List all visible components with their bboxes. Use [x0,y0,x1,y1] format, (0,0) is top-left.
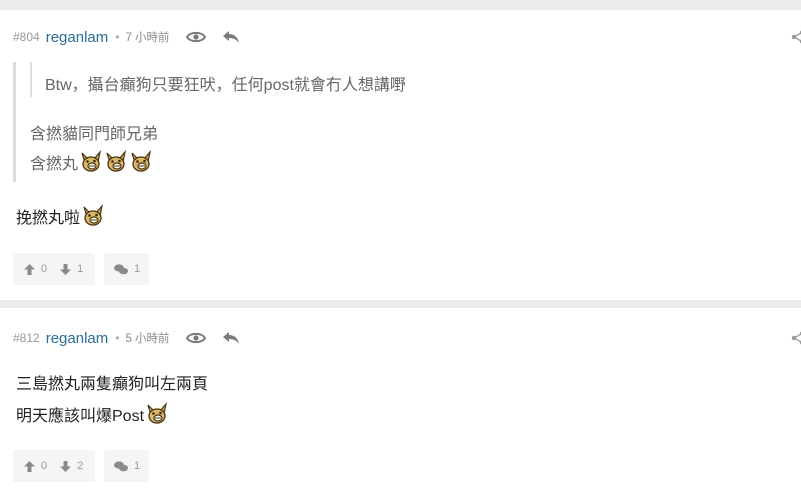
post-time: 5 小時前 [125,333,170,345]
comments-button[interactable]: 1 [104,450,149,482]
post-header: #812 reganlam • 5 小時前 [13,328,240,348]
post-body-line: 明天應該叫爆Post [16,402,169,426]
post-body-line: 三島撚丸兩隻癲狗叫左兩頁 [16,370,208,394]
dog-face-emoji-icon [79,150,103,174]
author-link[interactable]: reganlam [46,29,109,46]
downvote-button[interactable]: 1 [60,263,83,275]
separator-dot: • [115,30,120,44]
comment-bubbles-icon [114,263,128,274]
reply-icon[interactable] [222,30,240,44]
downvote-count: 2 [77,460,84,472]
downvote-button[interactable]: 2 [60,460,83,472]
post-number[interactable]: #812 [13,331,40,345]
vote-box: 0 1 [13,253,95,285]
arrow-down-icon [60,460,72,472]
nested-quote-border [30,62,32,97]
dog-face-emoji-icon [81,204,105,228]
post-header: #804 reganlam • 7 小時前 [13,27,240,47]
arrow-up-icon [24,263,35,275]
comments-button[interactable]: 1 [104,253,149,285]
arrow-down-icon [60,263,72,275]
nested-quote-text: Btw，攝台癲狗只要狂吠，任何post就會冇人想講嘢 [45,77,406,94]
eye-icon[interactable] [185,331,206,345]
upvote-count: 0 [41,460,48,472]
share-icon[interactable] [791,30,801,49]
post-body-text: 三島撚丸兩隻癲狗叫左兩頁 [16,376,209,393]
reply-count: 1 [134,460,141,472]
post-card: #812 reganlam • 5 小時前 三島撚丸兩隻癲狗叫左兩頁 明天應該叫… [0,308,801,497]
post-card: #804 reganlam • 7 小時前 Btw，攝台癲狗只要狂吠，任何pos… [0,10,801,300]
quote-line: 含撚貓同門師兄弟 [30,126,159,143]
comment-bubbles-icon [114,460,128,471]
separator-dot: • [115,331,120,345]
eye-icon[interactable] [185,30,206,44]
quote-line-text: 含撚丸 [30,156,79,173]
downvote-count: 1 [77,263,84,275]
share-icon[interactable] [791,331,801,350]
dog-face-emoji-icon [104,150,128,174]
upvote-count: 0 [41,263,48,275]
post-body-text: 明天應該叫爆Post [16,408,145,425]
post-time: 7 小時前 [125,32,170,44]
dog-face-emoji-icon [145,402,169,426]
post-body-line: 挽撚丸啦 [16,204,105,228]
quote-line: 含撚丸 [30,150,153,174]
dog-face-emoji-icon [129,150,153,174]
quote-border [13,62,16,182]
author-link[interactable]: reganlam [46,330,109,347]
reply-icon[interactable] [222,331,240,345]
post-body-text: 挽撚丸啦 [16,210,81,227]
upvote-button[interactable]: 0 [24,460,47,472]
upvote-button[interactable]: 0 [24,263,47,275]
vote-box: 0 2 [13,450,95,482]
post-number[interactable]: #804 [13,30,40,44]
arrow-up-icon [24,460,35,472]
reply-count: 1 [134,263,141,275]
